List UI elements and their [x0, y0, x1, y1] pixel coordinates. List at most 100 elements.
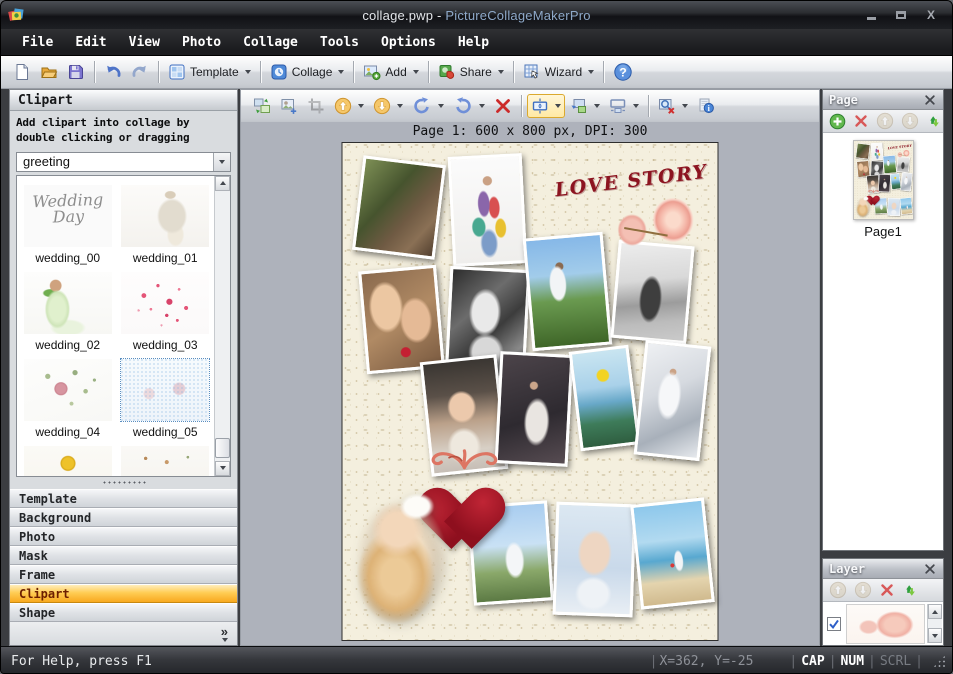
delete-object-button[interactable]: [490, 94, 516, 118]
bride-face[interactable]: [341, 473, 461, 636]
expand-chevron[interactable]: »: [221, 625, 228, 638]
collage-page[interactable]: LOVE STORY: [342, 142, 719, 641]
move-layer-down-button[interactable]: [853, 580, 873, 600]
accordion-item-clipart[interactable]: Clipart: [10, 584, 237, 603]
photo-jumping-beach[interactable]: [569, 344, 641, 450]
crop-button[interactable]: [303, 94, 329, 118]
close-button[interactable]: X: [924, 8, 938, 22]
select-dropdown-button[interactable]: [213, 153, 230, 171]
close-layer-panel-button[interactable]: [923, 562, 937, 576]
resize-grip[interactable]: [933, 655, 946, 668]
menu-file[interactable]: File: [11, 31, 64, 54]
photo-bride-window[interactable]: [634, 340, 712, 461]
menu-photo[interactable]: Photo: [171, 31, 232, 54]
move-layer-up-button[interactable]: [828, 580, 848, 600]
accordion-item-shape[interactable]: Shape: [10, 603, 237, 622]
send-backward-button[interactable]: [369, 94, 407, 118]
clipart-item[interactable]: [19, 439, 117, 476]
accordion-item-mask[interactable]: Mask: [10, 546, 237, 565]
minimize-button[interactable]: [864, 8, 878, 22]
template-button[interactable]: Template: [164, 60, 255, 84]
menu-tools[interactable]: Tools: [309, 31, 370, 54]
share-button[interactable]: Share: [434, 60, 508, 84]
dropdown-arrow-icon[interactable]: [358, 104, 364, 108]
accordion-item-frame[interactable]: Frame: [10, 565, 237, 584]
menu-edit[interactable]: Edit: [64, 31, 117, 54]
layer-scrollbar[interactable]: [927, 604, 942, 643]
menu-help[interactable]: Help: [447, 31, 500, 54]
save-layout-button[interactable]: [566, 94, 604, 118]
accordion-item-photo[interactable]: Photo: [10, 527, 237, 546]
save-button[interactable]: [63, 60, 89, 84]
add-button[interactable]: Add: [359, 60, 422, 84]
menu-collage[interactable]: Collage: [232, 31, 309, 54]
resize-page-button[interactable]: [605, 94, 643, 118]
clipart-item-wedding_01[interactable]: wedding_01: [117, 178, 215, 265]
scroll-up-button[interactable]: [928, 604, 942, 619]
layer-thumbnail[interactable]: [846, 604, 925, 644]
menu-view[interactable]: View: [118, 31, 171, 54]
delete-layer-button[interactable]: [878, 581, 896, 599]
scroll-up-button[interactable]: [215, 176, 230, 191]
wizard-button[interactable]: Wizard: [519, 60, 598, 84]
page-thumbnail[interactable]: LOVE STORY: [853, 140, 914, 220]
clipart-scrollbar[interactable]: [214, 176, 230, 476]
dropdown-arrow-icon[interactable]: [594, 104, 600, 108]
help-button[interactable]: ?: [609, 59, 637, 85]
new-button[interactable]: [9, 60, 35, 84]
photo-shopping-couple[interactable]: [448, 153, 528, 267]
dropdown-arrow-icon[interactable]: [479, 104, 485, 108]
chevron-down-icon[interactable]: [222, 638, 228, 642]
open-button[interactable]: [36, 60, 62, 84]
delete-page-button[interactable]: [852, 112, 870, 130]
dropdown-arrow-icon[interactable]: [413, 70, 419, 74]
scrollbar-track[interactable]: [215, 191, 230, 461]
dropdown-arrow-icon[interactable]: [438, 104, 444, 108]
scroll-down-button[interactable]: [928, 628, 942, 643]
dropdown-arrow-icon[interactable]: [498, 70, 504, 74]
clipart-item-wedding_04[interactable]: wedding_04: [19, 352, 117, 439]
clipart-item-wedding_03[interactable]: wedding_03: [117, 265, 215, 352]
scrollbar-thumb[interactable]: [215, 438, 230, 458]
clipart-item-wedding_00[interactable]: Wedding Daywedding_00: [19, 178, 117, 265]
clipart-item-wedding_05[interactable]: wedding_05: [117, 352, 215, 439]
dropdown-arrow-icon[interactable]: [338, 70, 344, 74]
page-properties-button[interactable]: i: [693, 94, 719, 118]
photo-bride-dark[interactable]: [494, 351, 573, 466]
move-page-down-button[interactable]: [900, 111, 920, 131]
accordion-item-template[interactable]: Template: [10, 489, 237, 508]
clipart-category-select[interactable]: greeting: [16, 152, 231, 172]
swap-photo-button[interactable]: [249, 94, 275, 118]
photo-beach-couple-walk[interactable]: [630, 497, 714, 609]
dropdown-arrow-icon[interactable]: [588, 70, 594, 74]
dropdown-arrow-icon[interactable]: [397, 104, 403, 108]
panel-splitter-handle[interactable]: [10, 477, 237, 489]
insert-photo-button[interactable]: [276, 94, 302, 118]
layer-visibility-checkbox[interactable]: [827, 617, 841, 631]
dropdown-arrow-icon[interactable]: [682, 104, 688, 108]
move-page-up-button[interactable]: [875, 111, 895, 131]
maximize-button[interactable]: [894, 8, 908, 22]
redo-button[interactable]: [127, 60, 153, 84]
rotate-left-button[interactable]: [449, 93, 489, 119]
fit-page-button[interactable]: [527, 94, 565, 118]
clipart-item-wedding_02[interactable]: wedding_02: [19, 265, 117, 352]
clipart-item[interactable]: [117, 439, 215, 476]
preview-button[interactable]: [654, 94, 692, 118]
bring-forward-button[interactable]: [330, 94, 368, 118]
rotate-right-button[interactable]: [408, 93, 448, 119]
close-page-panel-button[interactable]: [923, 93, 937, 107]
accordion-item-background[interactable]: Background: [10, 508, 237, 527]
photo-bride-portrait[interactable]: [552, 501, 636, 617]
dropdown-arrow-icon[interactable]: [245, 70, 251, 74]
photo-smiling-couple[interactable]: [358, 265, 445, 374]
panel-divider[interactable]: [822, 551, 944, 558]
rose-clipart[interactable]: [616, 195, 700, 256]
refresh-layers-button[interactable]: [901, 581, 920, 600]
dropdown-arrow-icon[interactable]: [633, 104, 639, 108]
undo-button[interactable]: [100, 60, 126, 84]
collage-button[interactable]: Collage: [266, 60, 349, 84]
add-page-button[interactable]: [828, 112, 847, 131]
photo-couple-garden[interactable]: [523, 232, 612, 351]
refresh-pages-button[interactable]: [925, 112, 944, 131]
